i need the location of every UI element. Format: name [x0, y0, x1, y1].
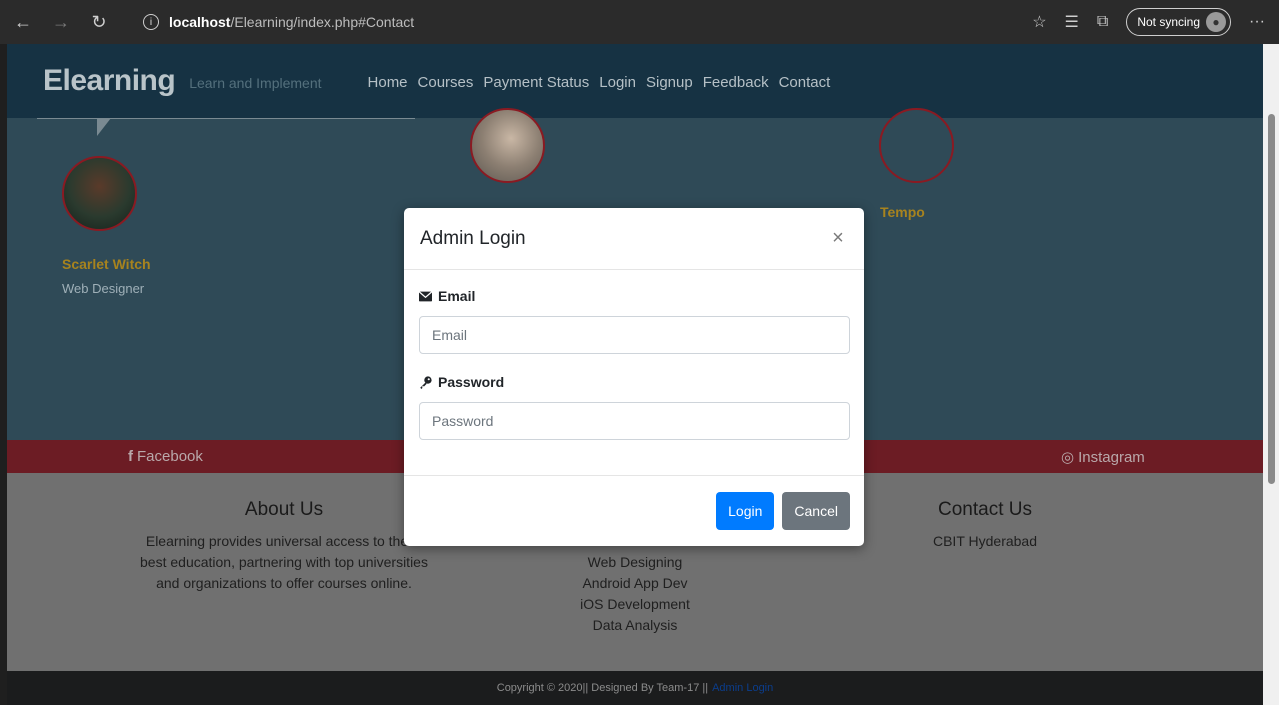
email-label-text: Email [438, 288, 476, 304]
instagram-link[interactable]: ◎ Instagram [1061, 448, 1145, 467]
admin-login-link[interactable]: Admin Login [712, 682, 773, 694]
member-photo [470, 108, 545, 183]
forward-icon[interactable]: → [46, 7, 76, 37]
facebook-link[interactable]: f Facebook [128, 448, 203, 465]
password-label: Password [419, 372, 849, 392]
admin-login-modal: Admin Login × Email Password Login Cance… [404, 208, 864, 546]
close-icon[interactable]: × [828, 227, 848, 249]
member-name: Scarlet Witch [62, 256, 151, 272]
facebook-icon: f [128, 448, 133, 465]
password-field[interactable] [419, 402, 850, 440]
about-line: and organizations to offer courses onlin… [156, 575, 412, 591]
page-scrollbar[interactable] [1263, 44, 1279, 705]
back-icon[interactable]: ← [8, 7, 38, 37]
copyright-text: Copyright © 2020|| Designed By Team-17 |… [496, 682, 709, 694]
modal-body: Email Password [404, 270, 864, 476]
key-icon [420, 375, 432, 389]
testimonial-divider [37, 118, 415, 119]
about-line: best education, partnering with top univ… [140, 554, 428, 570]
nav-contact[interactable]: Contact [779, 74, 831, 91]
modal-title: Admin Login [420, 227, 526, 249]
course-link[interactable]: Android App Dev [535, 573, 735, 594]
modal-footer: Login Cancel [404, 476, 864, 546]
nav-home[interactable]: Home [368, 74, 408, 91]
modal-header: Admin Login × [404, 208, 864, 270]
sync-button[interactable]: Not syncing ● [1126, 8, 1232, 36]
nav-courses[interactable]: Courses [418, 74, 474, 91]
browser-toolbar: ← → ↻ i localhost/Elearning/index.php#Co… [0, 0, 1279, 44]
site-navbar: Elearning Learn and Implement Home Cours… [7, 44, 1263, 118]
password-label-text: Password [438, 374, 505, 390]
course-link[interactable]: Web Designing [535, 552, 735, 573]
nav-signup[interactable]: Signup [646, 74, 693, 91]
collections-icon[interactable]: ⧉ [1097, 13, 1108, 31]
url-path: /Elearning/index.php#Contact [230, 14, 415, 30]
testimonial-pointer [97, 118, 111, 136]
site-tagline: Learn and Implement [189, 75, 322, 91]
nav-login[interactable]: Login [599, 74, 636, 91]
cancel-button[interactable]: Cancel [782, 492, 850, 530]
member-role: Web Designer [62, 281, 145, 296]
facebook-label: Facebook [137, 448, 203, 465]
instagram-icon: ◎ [1061, 449, 1075, 466]
member-photo [62, 156, 137, 231]
site-brand[interactable]: Elearning [43, 64, 176, 98]
favorite-star-icon[interactable]: ☆ [1032, 12, 1046, 32]
address-bar[interactable]: i localhost/Elearning/index.php#Contact [143, 8, 993, 36]
courses-list: Web Designing Android App Dev iOS Develo… [535, 552, 735, 636]
login-button[interactable]: Login [716, 492, 775, 530]
contact-text: CBIT Hyderabad [932, 533, 1037, 549]
contact-section: Contact Us CBIT Hyderabad [885, 499, 1085, 552]
scrollbar-thumb[interactable] [1268, 114, 1275, 484]
profile-avatar-icon: ● [1206, 12, 1227, 32]
copyright-bar: Copyright © 2020|| Designed By Team-17 |… [7, 671, 1263, 705]
instagram-label: Instagram [1078, 448, 1145, 466]
course-link[interactable]: Data Analysis [535, 615, 735, 636]
refresh-icon[interactable]: ↻ [84, 7, 114, 37]
nav-payment-status[interactable]: Payment Status [483, 74, 589, 91]
email-label: Email [419, 286, 849, 306]
member-name: Tempo [880, 204, 925, 220]
sync-label: Not syncing [1137, 15, 1201, 29]
course-link[interactable]: iOS Development [535, 594, 735, 615]
more-menu-icon[interactable]: ··· [1249, 13, 1265, 31]
member-photo [879, 108, 954, 183]
email-field[interactable] [419, 316, 850, 354]
browser-actions: ☆ ☰ ⧉ Not syncing ● ··· [1032, 8, 1265, 36]
info-icon[interactable]: i [143, 14, 159, 30]
favorites-list-icon[interactable]: ☰ [1065, 12, 1079, 32]
url-host: localhost [169, 14, 231, 30]
contact-title: Contact Us [938, 499, 1032, 520]
nav-feedback[interactable]: Feedback [703, 74, 769, 91]
nav-menu: Home Courses Payment Status Login Signup… [368, 74, 831, 91]
envelope-icon [419, 290, 432, 301]
